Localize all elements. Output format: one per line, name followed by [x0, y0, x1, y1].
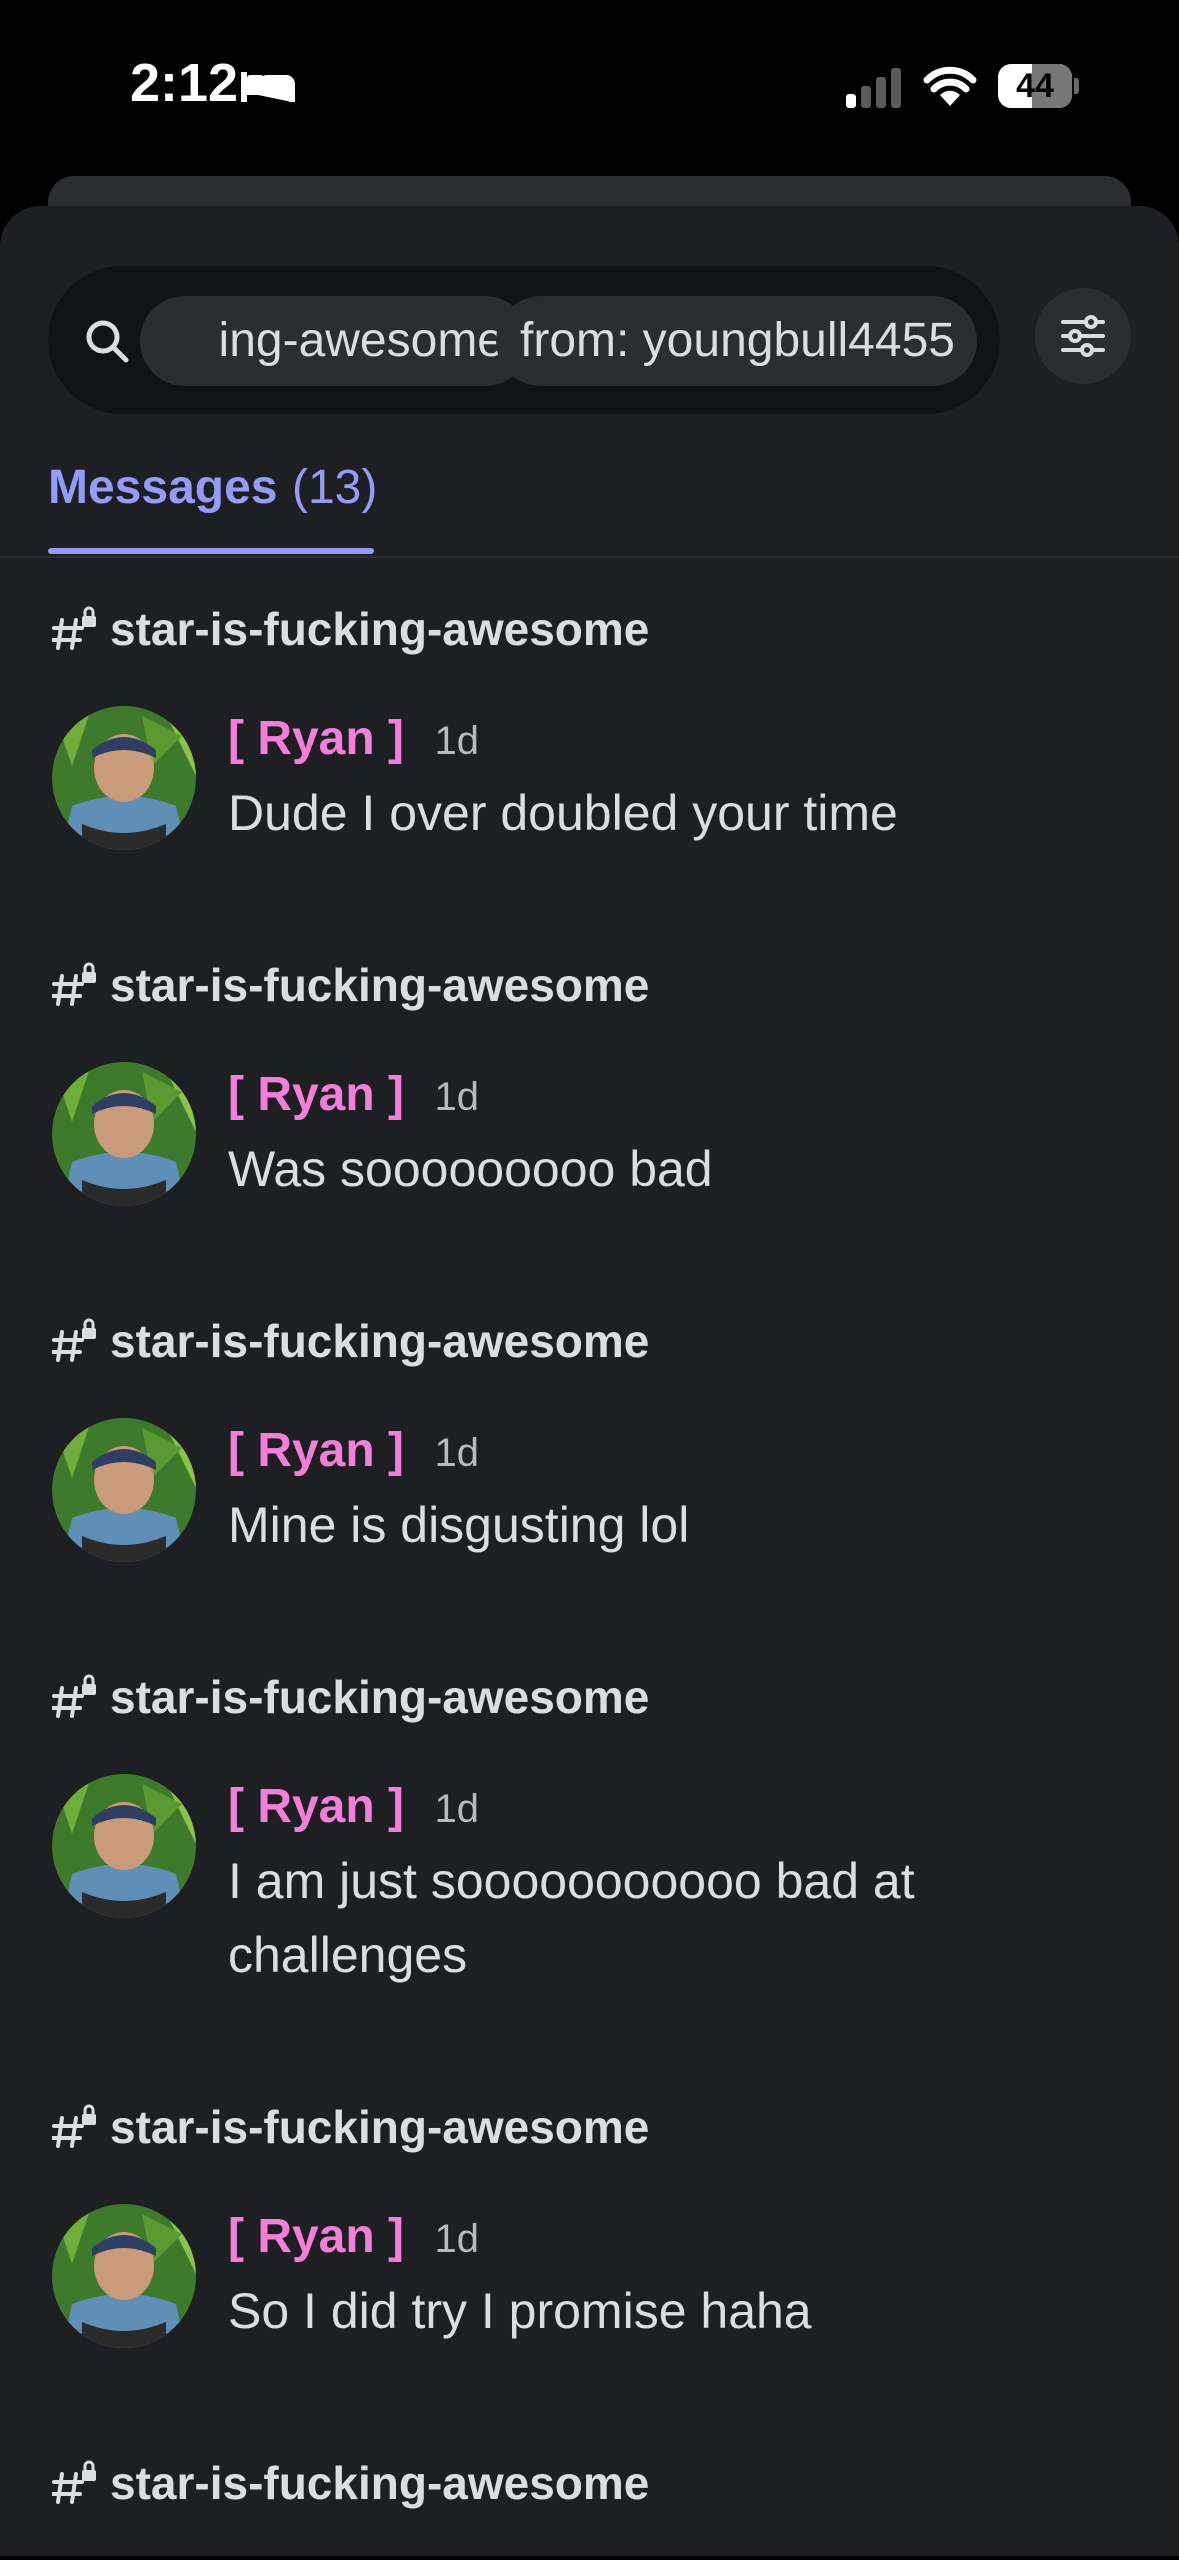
avatar[interactable]: [52, 1062, 196, 1206]
author-name[interactable]: [ Ryan ]: [228, 712, 404, 765]
message-body: [ Ryan ] 1d So I did try I promise haha: [228, 2204, 1139, 2348]
locked-channel-icon: [52, 2104, 96, 2148]
battery-level: 44: [1016, 67, 1054, 105]
message-text: Was sooooooooo bad: [228, 1141, 713, 1197]
search-result[interactable]: star-is-fucking-awesome [ Ryan ] 1d: [0, 1298, 1179, 1654]
wifi-icon: [923, 66, 977, 106]
message: [ Ryan ] 1d Mine is disgusting lol: [52, 1418, 1139, 1562]
result-channel: star-is-fucking-awesome: [52, 2084, 1139, 2164]
avatar[interactable]: [52, 1774, 196, 1918]
timestamp: 1d: [434, 2217, 479, 2261]
result-channel: star-is-fucking-awesome: [52, 1654, 1139, 1734]
from-filter-label: from: youngbull4455: [520, 314, 955, 367]
message-text: Dude I over doubled your time: [228, 785, 898, 841]
message-body: [ Ryan ] 1d Dude I over doubled your tim…: [228, 706, 1139, 850]
tab-divider: [0, 556, 1179, 558]
author-name[interactable]: [ Ryan ]: [228, 1424, 404, 1477]
tab-messages[interactable]: Messages (13): [48, 446, 378, 546]
search-result[interactable]: star-is-fucking-awesome [ Ryan ] 1d: [0, 586, 1179, 942]
message: [ Ryan ] 1d Dude I over doubled your tim…: [52, 706, 1139, 850]
timestamp: 1d: [434, 1075, 479, 1119]
locked-channel-icon: [52, 1674, 96, 1718]
status-bar: 2:12 44: [0, 0, 1179, 175]
tab-messages-count: (13): [292, 461, 378, 514]
tab-messages-label: Messages: [48, 461, 278, 514]
locked-channel-icon: [52, 962, 96, 1006]
bed-icon: [241, 72, 295, 102]
search-result[interactable]: star-is-fucking-awesome [ Ryan ] 1d: [0, 2084, 1179, 2440]
author-name[interactable]: [ Ryan ]: [228, 2210, 404, 2263]
channel-name: star-is-fucking-awesome: [110, 959, 650, 1011]
result-channel: star-is-fucking-awesome: [52, 586, 1139, 666]
search-icon: [86, 320, 129, 363]
message-text: Mine is disgusting lol: [228, 1497, 690, 1553]
battery-indicator: 44: [998, 64, 1079, 108]
message-body: [ Ryan ] 1d Mine is disgusting lol: [228, 1418, 1139, 1562]
channel-name: star-is-fucking-awesome: [110, 2457, 650, 2509]
status-time: 2:12: [130, 53, 239, 113]
locked-channel-icon: [52, 2460, 96, 2504]
timestamp: 1d: [434, 1431, 479, 1475]
channel-filter-label: ing-awesome: [218, 314, 504, 367]
cellular-signal-icon: [846, 68, 901, 108]
channel-filter-chip[interactable]: ing-awesome: [140, 296, 530, 386]
search-result[interactable]: star-is-fucking-awesome: [0, 2440, 1179, 2560]
result-channel: star-is-fucking-awesome: [52, 2440, 1139, 2520]
author-name[interactable]: [ Ryan ]: [228, 1780, 404, 1833]
result-channel: star-is-fucking-awesome: [52, 1298, 1139, 1378]
search-result[interactable]: star-is-fucking-awesome [ Ryan ] 1d: [0, 1654, 1179, 2084]
search-result[interactable]: star-is-fucking-awesome [ Ryan ] 1d: [0, 942, 1179, 1298]
search-results-list: star-is-fucking-awesome [ Ryan ] 1d Dude…: [0, 586, 1179, 2560]
result-channel: star-is-fucking-awesome: [52, 942, 1139, 1022]
message-text: So I did try I promise haha: [228, 2283, 812, 2339]
message-text: I am just sooooooooooo bad at challenges: [228, 1853, 915, 1983]
message-body: [ Ryan ] 1d Was sooooooooo bad: [228, 1062, 1139, 1206]
channel-name: star-is-fucking-awesome: [110, 1671, 650, 1723]
locked-channel-icon: [52, 1318, 96, 1362]
avatar[interactable]: [52, 2204, 196, 2348]
from-filter-chip[interactable]: from: youngbull4455: [496, 296, 977, 386]
message-body: [ Ryan ] 1d I am just sooooooooooo bad a…: [228, 1774, 1008, 1992]
search-sheet: ing-awesome from: youngbull4455 Messages…: [0, 206, 1179, 2556]
message: [ Ryan ] 1d So I did try I promise haha: [52, 2204, 1139, 2348]
message: [ Ryan ] 1d Was sooooooooo bad: [52, 1062, 1139, 1206]
message: [ Ryan ] 1d I am just sooooooooooo bad a…: [52, 1774, 1139, 1992]
avatar[interactable]: [52, 706, 196, 850]
filter-options-button[interactable]: [1035, 288, 1131, 384]
channel-name: star-is-fucking-awesome: [110, 603, 650, 655]
locked-channel-icon: [52, 606, 96, 650]
sliders-icon: [1061, 315, 1105, 357]
channel-name: star-is-fucking-awesome: [110, 1315, 650, 1367]
avatar[interactable]: [52, 1418, 196, 1562]
search-input[interactable]: ing-awesome from: youngbull4455: [48, 266, 1000, 414]
timestamp: 1d: [434, 1787, 479, 1831]
author-name[interactable]: [ Ryan ]: [228, 1068, 404, 1121]
tab-active-indicator: [48, 548, 374, 554]
timestamp: 1d: [434, 719, 479, 763]
channel-name: star-is-fucking-awesome: [110, 2101, 650, 2153]
